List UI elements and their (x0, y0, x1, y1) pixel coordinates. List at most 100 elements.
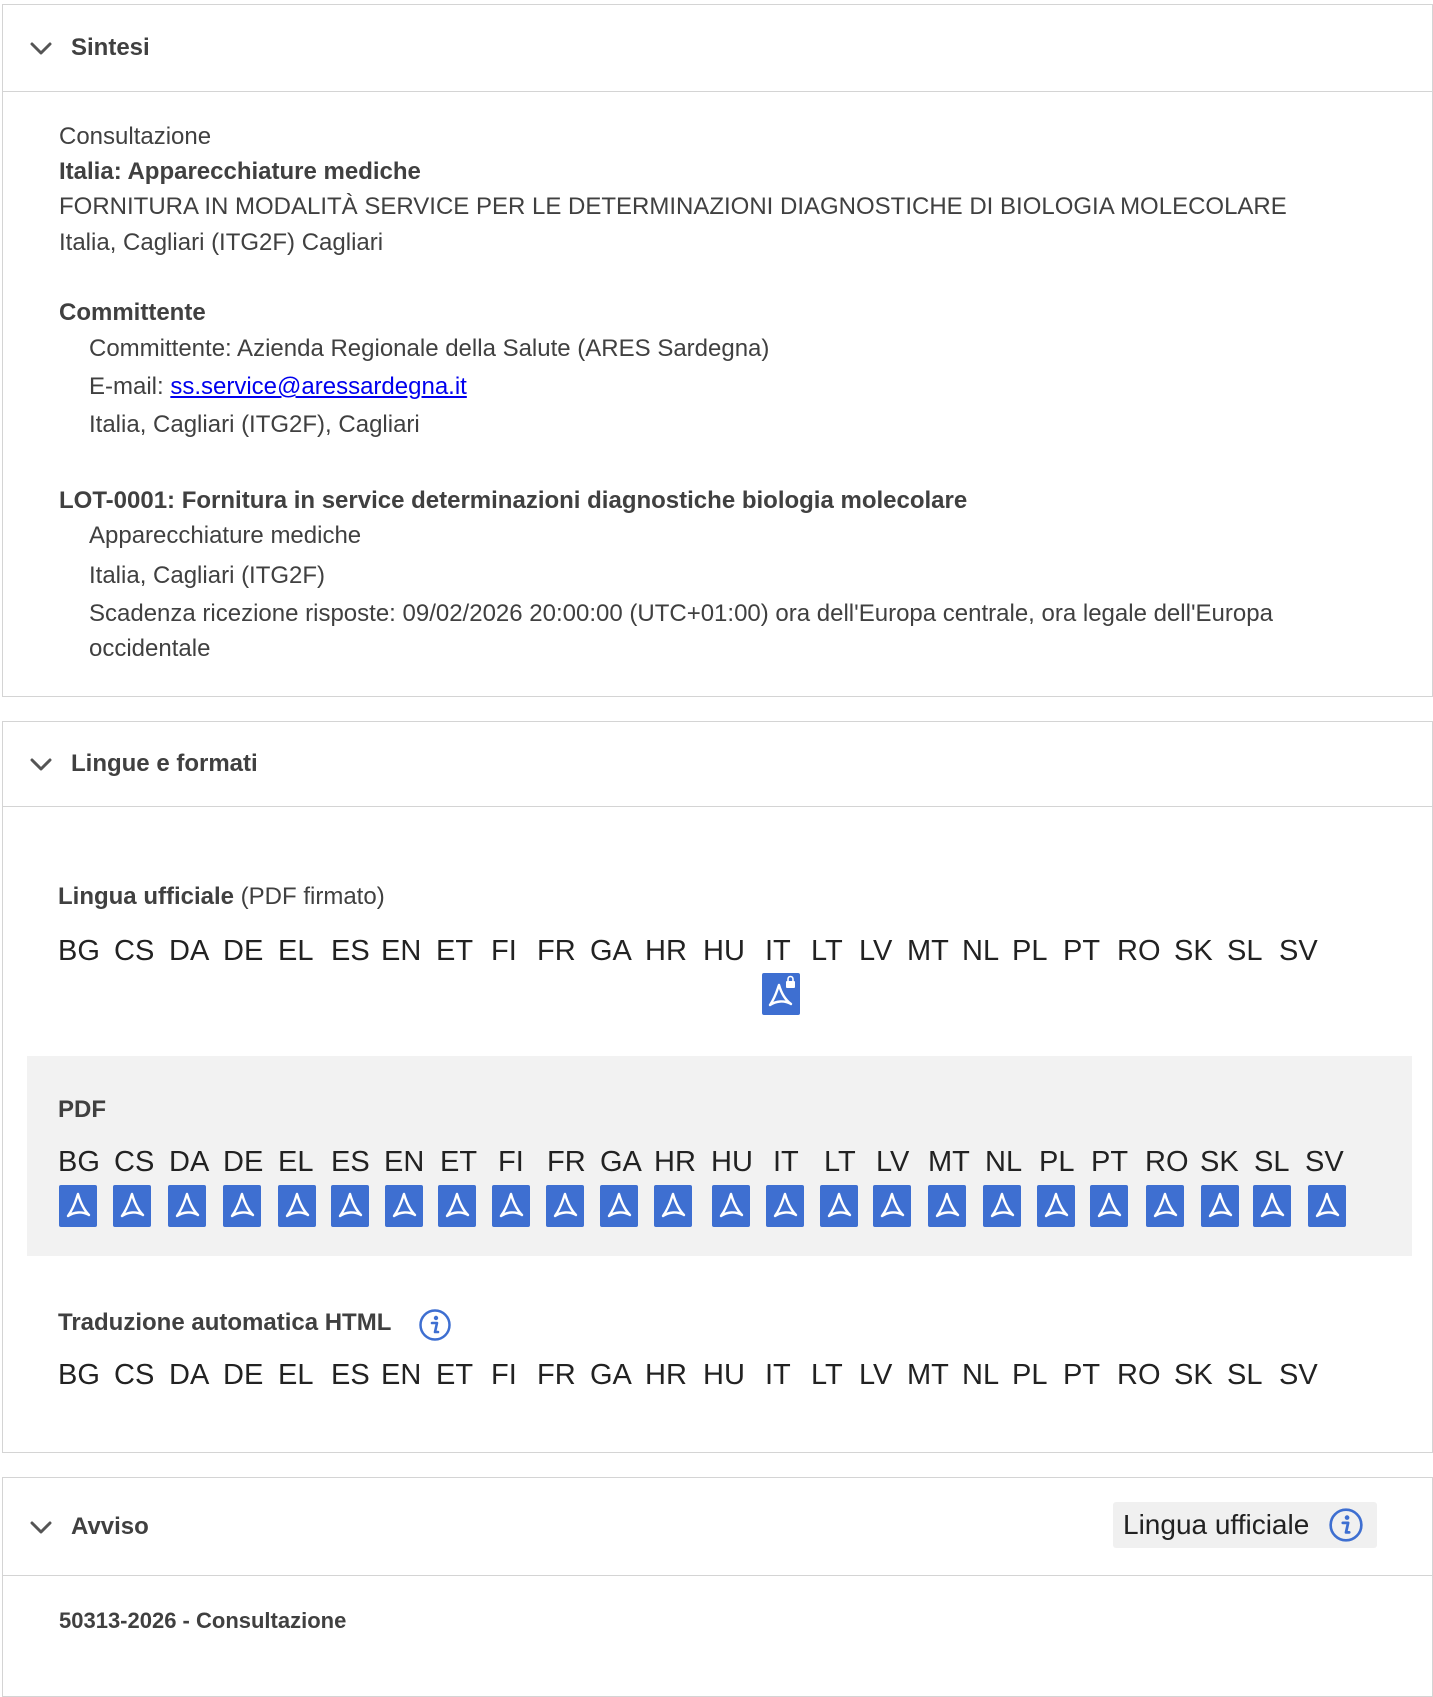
html-lang-et[interactable]: ET (436, 1359, 473, 1392)
pdf-icon-it[interactable] (766, 1185, 804, 1227)
pdf-lock-icon[interactable] (762, 973, 800, 1015)
badge-label: Lingua ufficiale (1123, 1509, 1310, 1540)
pdf-icon-sk[interactable] (1201, 1185, 1239, 1227)
html-lang-lv[interactable]: LV (859, 1359, 892, 1392)
pdf-icon-en[interactable] (385, 1185, 423, 1227)
section-title-lingue: Lingue e formati (71, 750, 258, 777)
html-lang-sv[interactable]: SV (1279, 1359, 1318, 1392)
email-label: E-mail: (89, 373, 171, 400)
pdf-lang-it: IT (773, 1146, 799, 1178)
official-lang-ro: RO (1117, 935, 1161, 967)
info-icon[interactable] (418, 1308, 452, 1342)
pdf-icon-el[interactable] (278, 1185, 316, 1227)
official-language-badge[interactable]: Lingua ufficiale (1113, 1502, 1377, 1548)
pdf-lang-pt: PT (1091, 1146, 1129, 1178)
official-lang-pl: PL (1012, 935, 1048, 967)
official-language-strong: Lingua ufficiale (58, 883, 235, 910)
html-lang-el[interactable]: EL (278, 1359, 313, 1392)
pdf-icon-hu[interactable] (712, 1185, 750, 1227)
sintesi-header[interactable]: Sintesi (3, 5, 1432, 92)
pdf-icon-mt[interactable] (928, 1185, 966, 1227)
pdf-icon-fr[interactable] (546, 1185, 584, 1227)
html-lang-de[interactable]: DE (223, 1359, 263, 1392)
lot-title: LOT-0001: Fornitura in service determina… (59, 487, 968, 514)
pdf-icon-lt[interactable] (820, 1185, 858, 1227)
html-lang-da[interactable]: DA (169, 1359, 209, 1392)
html-lang-sl[interactable]: SL (1227, 1359, 1262, 1392)
html-lang-bg[interactable]: BG (58, 1359, 100, 1392)
html-lang-fr[interactable]: FR (537, 1359, 576, 1392)
html-lang-cs[interactable]: CS (114, 1359, 154, 1392)
pdf-lang-mt: MT (928, 1146, 970, 1178)
pdf-icon-lv[interactable] (873, 1185, 911, 1227)
pdf-icon-pt[interactable] (1090, 1185, 1128, 1227)
pdf-lang-el: EL (278, 1146, 314, 1178)
pdf-icon-ga[interactable] (600, 1185, 638, 1227)
pdf-icon-sl[interactable] (1253, 1185, 1291, 1227)
lot-place: Italia, Cagliari (ITG2F) (89, 562, 326, 589)
pdf-icon-ro[interactable] (1146, 1185, 1184, 1227)
section-title-avviso: Avviso (71, 1512, 149, 1540)
html-lang-pt[interactable]: PT (1063, 1359, 1100, 1392)
pdf-icon-es[interactable] (331, 1185, 369, 1227)
official-lang-fr: FR (537, 935, 576, 967)
html-lang-hr[interactable]: HR (645, 1359, 687, 1392)
official-lang-da: DA (169, 935, 210, 967)
pdf-lang-es: ES (331, 1146, 370, 1178)
lot-category: Apparecchiature mediche (89, 522, 362, 549)
html-lang-sk[interactable]: SK (1174, 1359, 1213, 1392)
pdf-lang-ga: GA (600, 1146, 642, 1178)
official-lang-es: ES (331, 935, 370, 967)
official-lang-ga: GA (590, 935, 632, 967)
pdf-icon-hr[interactable] (654, 1185, 692, 1227)
pdf-lang-bg: BG (58, 1146, 100, 1178)
pdf-icon-pl[interactable] (1037, 1185, 1075, 1227)
html-lang-ro[interactable]: RO (1117, 1359, 1161, 1392)
pdf-lang-de: DE (223, 1146, 264, 1178)
official-lang-en: EN (381, 935, 422, 967)
email-link[interactable]: ss.service@aressardegna.it (170, 373, 466, 400)
html-translation-label: Traduzione automatica HTML (58, 1309, 392, 1336)
info-icon[interactable] (1328, 1507, 1364, 1543)
pdf-lang-lv: LV (876, 1146, 910, 1178)
official-lang-hu: HU (703, 935, 745, 967)
notice-place: Italia, Cagliari (ITG2F) Cagliari (59, 229, 384, 256)
pdf-icon-da[interactable] (168, 1185, 206, 1227)
official-lang-sv: SV (1279, 935, 1318, 967)
html-lang-hu[interactable]: HU (703, 1359, 745, 1392)
official-lang-sk: SK (1174, 935, 1213, 967)
pdf-icon-fi[interactable] (492, 1185, 530, 1227)
chevron-down-icon (30, 1521, 52, 1533)
html-lang-mt[interactable]: MT (907, 1359, 949, 1392)
official-lang-el: EL (278, 935, 314, 967)
html-lang-fi[interactable]: FI (491, 1359, 517, 1392)
official-lang-lt: LT (811, 935, 843, 967)
official-lang-pt: PT (1063, 935, 1101, 967)
lingue-header[interactable]: Lingue e formati (3, 722, 1432, 807)
html-lang-pl[interactable]: PL (1012, 1359, 1047, 1392)
pdf-icon-de[interactable] (223, 1185, 261, 1227)
official-lang-lv: LV (859, 935, 893, 967)
pdf-icon-cs[interactable] (113, 1185, 151, 1227)
pdf-icon-nl[interactable] (983, 1185, 1021, 1227)
official-lang-fi: FI (491, 935, 517, 967)
html-lang-it[interactable]: IT (765, 1359, 791, 1392)
html-lang-ga[interactable]: GA (590, 1359, 632, 1392)
pdf-lang-sl: SL (1254, 1146, 1290, 1178)
notice-type: Consultazione (59, 123, 212, 150)
official-lang-sl: SL (1227, 935, 1263, 967)
pdf-lang-nl: NL (985, 1146, 1023, 1178)
official-lang-mt: MT (907, 935, 949, 967)
lot-deadline: Scadenza ricezione risposte: 09/02/2026 … (89, 600, 1273, 627)
html-lang-lt[interactable]: LT (811, 1359, 843, 1392)
official-lang-it: IT (765, 935, 791, 967)
html-lang-nl[interactable]: NL (962, 1359, 999, 1392)
pdf-icon-bg[interactable] (59, 1185, 97, 1227)
official-lang-nl: NL (962, 935, 1000, 967)
pdf-icon-sv[interactable] (1308, 1185, 1346, 1227)
html-lang-es[interactable]: ES (331, 1359, 370, 1392)
pdf-icon-et[interactable] (438, 1185, 476, 1227)
html-lang-en[interactable]: EN (381, 1359, 421, 1392)
pdf-lang-cs: CS (114, 1146, 155, 1178)
pdf-lang-sk: SK (1200, 1146, 1239, 1178)
